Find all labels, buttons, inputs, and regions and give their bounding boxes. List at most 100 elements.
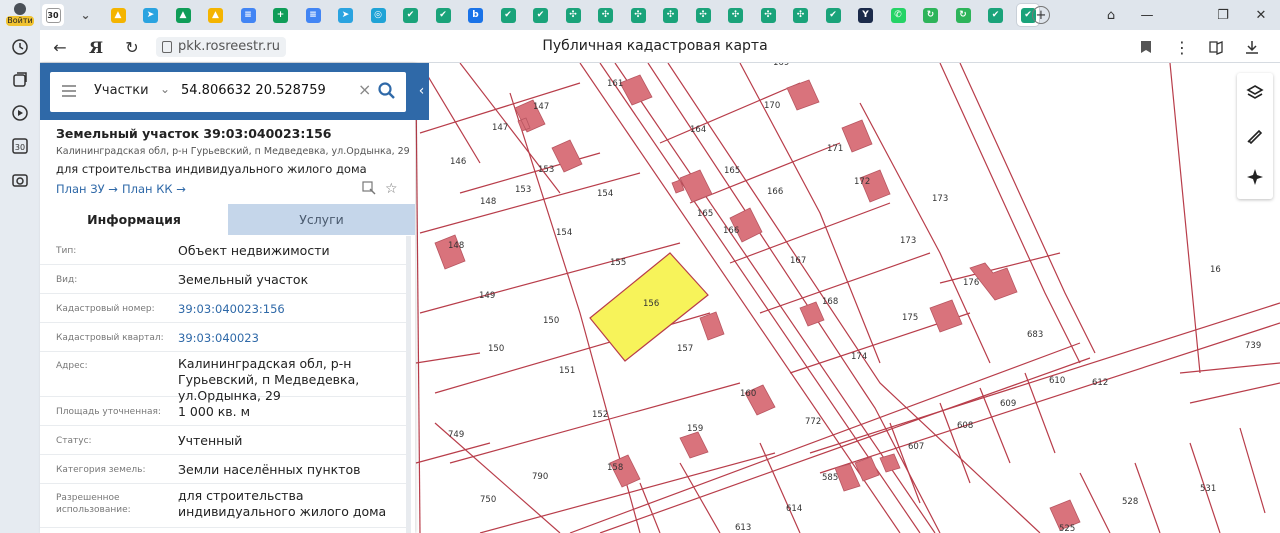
reader-icon[interactable] [1204,35,1228,59]
profile-button[interactable]: Войти [6,3,34,29]
search-input[interactable]: 54.806632 20.528759 [181,83,326,98]
collapse-panel-icon[interactable]: ‹ [414,81,429,101]
new-tab-button[interactable]: + [1032,6,1050,24]
minimize-icon[interactable]: — [1136,4,1158,26]
tab-telegram-icon[interactable]: ➤ [335,4,357,26]
tab-b-icon[interactable]: b [465,4,487,26]
attribute-value-link[interactable]: 39:03:040023:156 [178,301,403,317]
tab-dots-icon[interactable]: ✣ [627,4,649,26]
bookmark-icon[interactable] [1134,35,1158,59]
parcel-number-label: 168 [822,297,838,307]
tab-dots-icon[interactable]: ✣ [757,4,779,26]
tab-refresh-icon[interactable]: ↻ [952,4,974,26]
tab-dots-icon[interactable]: ✣ [790,4,812,26]
tab-shield-icon[interactable]: ✔ [432,4,454,26]
parcel-number-label: 169 [773,63,789,68]
lock-icon [162,41,172,53]
reload-icon[interactable]: ↻ [120,35,144,59]
clear-icon[interactable]: × [358,80,371,99]
calendar-icon[interactable]: 30 [9,135,31,157]
zoom-to-icon[interactable] [362,181,376,199]
tab-drive-icon[interactable]: ▲ [205,4,227,26]
user-avatar-icon [14,3,26,15]
collections-icon[interactable] [9,69,31,91]
tab-chevron-down-icon[interactable]: ⌄ [75,4,97,26]
parcel-number-label: 749 [448,430,464,440]
tab-docs-icon[interactable]: ≡ [302,4,324,26]
tab-shield-icon[interactable]: ✔ [497,4,519,26]
tab-shield-icon[interactable]: ✔ [400,4,422,26]
drive-icon: ▲ [175,7,191,23]
restore-icon[interactable]: ❐ [1212,4,1234,26]
parcel-purpose: для строительства индивидуального жилого… [56,162,367,176]
dots-icon: ✣ [630,7,646,23]
attribute-value-link[interactable]: 39:03:040023 [178,330,403,346]
location-marker-icon[interactable] [1243,165,1267,189]
tab-services[interactable]: Услуги [228,204,415,235]
address-bar: ← Я ↻ pkk.rosreestr.ru Публичная кадастр… [40,30,1280,63]
shield-icon: ✔ [435,7,451,23]
parcel-number-label: 150 [543,316,559,326]
attribute-row: Тип: Объект недвижимости [40,236,406,265]
tab-telegram-icon[interactable]: ➤ [140,4,162,26]
menu-icon[interactable] [62,85,76,97]
plan-zu-link[interactable]: План ЗУ → [56,182,118,196]
tab-information[interactable]: Информация [40,204,228,235]
search-icon[interactable] [377,81,397,101]
parcel-number-label: 175 [902,313,918,323]
plan-kk-link[interactable]: План КК → [122,182,186,196]
tab-dots-icon[interactable]: ✣ [660,4,682,26]
docs-icon: ≡ [240,7,256,23]
yandex-logo-icon[interactable]: Я [84,35,108,59]
star-icon[interactable]: ☆ [385,181,398,197]
parcel-number-label: 150 [488,344,504,354]
tab-shield-icon[interactable]: ✔ [530,4,552,26]
layers-icon[interactable] [1243,81,1267,105]
tab-dots-icon[interactable]: ✣ [725,4,747,26]
tab-refresh-icon[interactable]: ↻ [920,4,942,26]
camera-icon[interactable] [9,169,31,191]
tab-dots-icon[interactable]: ✣ [692,4,714,26]
tab-count-badge[interactable]: 30 [42,4,64,26]
tab-shield-icon[interactable]: ✔ [985,4,1007,26]
tab-sheets-icon[interactable]: + [270,4,292,26]
attribute-key: Тип: [56,246,77,256]
parcel-number-label: 609 [1000,399,1016,409]
url-field[interactable]: pkk.rosreestr.ru [156,37,287,57]
download-icon[interactable] [1240,35,1264,59]
tab-whatsapp-icon[interactable]: ✆ [887,4,909,26]
attribute-value: Земли населённых пунктов [178,462,361,477]
parcel-number-label: 173 [900,236,916,246]
parcel-number-label: 148 [448,241,464,251]
tab-dots-icon[interactable]: ✣ [562,4,584,26]
parcel-number-label: 146 [450,157,466,167]
telegram-icon: ➤ [143,7,158,23]
parcel-number-label: 525 [1059,524,1075,533]
close-icon[interactable]: ✕ [1250,4,1272,26]
ruler-icon[interactable] [1243,123,1267,147]
tab-docs-icon[interactable]: ≡ [237,4,259,26]
parcel-number-label: 155 [610,258,626,268]
tab-photo-icon[interactable]: ◎ [367,4,389,26]
shield-icon: ✔ [533,7,548,23]
video-icon[interactable] [9,102,31,124]
tab-drive-icon[interactable]: ▲ [172,4,194,26]
history-icon[interactable] [9,36,31,58]
panel-scrollbar[interactable] [406,236,411,533]
chevron-down-icon[interactable]: ⌄ [160,82,170,96]
layer-select[interactable]: Участки [94,83,149,98]
parcel-number-label: 161 [607,79,623,89]
tab-y-icon[interactable]: Y [855,4,877,26]
tab-drive-icon[interactable]: ▲ [107,4,129,26]
parcel-number-label: 158 [607,463,623,473]
parcel-number-label: 683 [1027,330,1043,340]
parcel-number-label: 159 [687,424,703,434]
back-arrow-icon[interactable]: ← [48,35,72,59]
tab-shield-icon[interactable]: ✔ [822,4,844,26]
pin-icon[interactable]: ⌂ [1100,4,1122,26]
parcel-number-label: 154 [597,189,613,199]
tab-dots-icon[interactable]: ✣ [595,4,617,26]
svg-text:30: 30 [15,143,25,152]
shield-icon: ✔ [988,7,1003,23]
more-menu-icon[interactable]: ⋮ [1170,35,1194,59]
